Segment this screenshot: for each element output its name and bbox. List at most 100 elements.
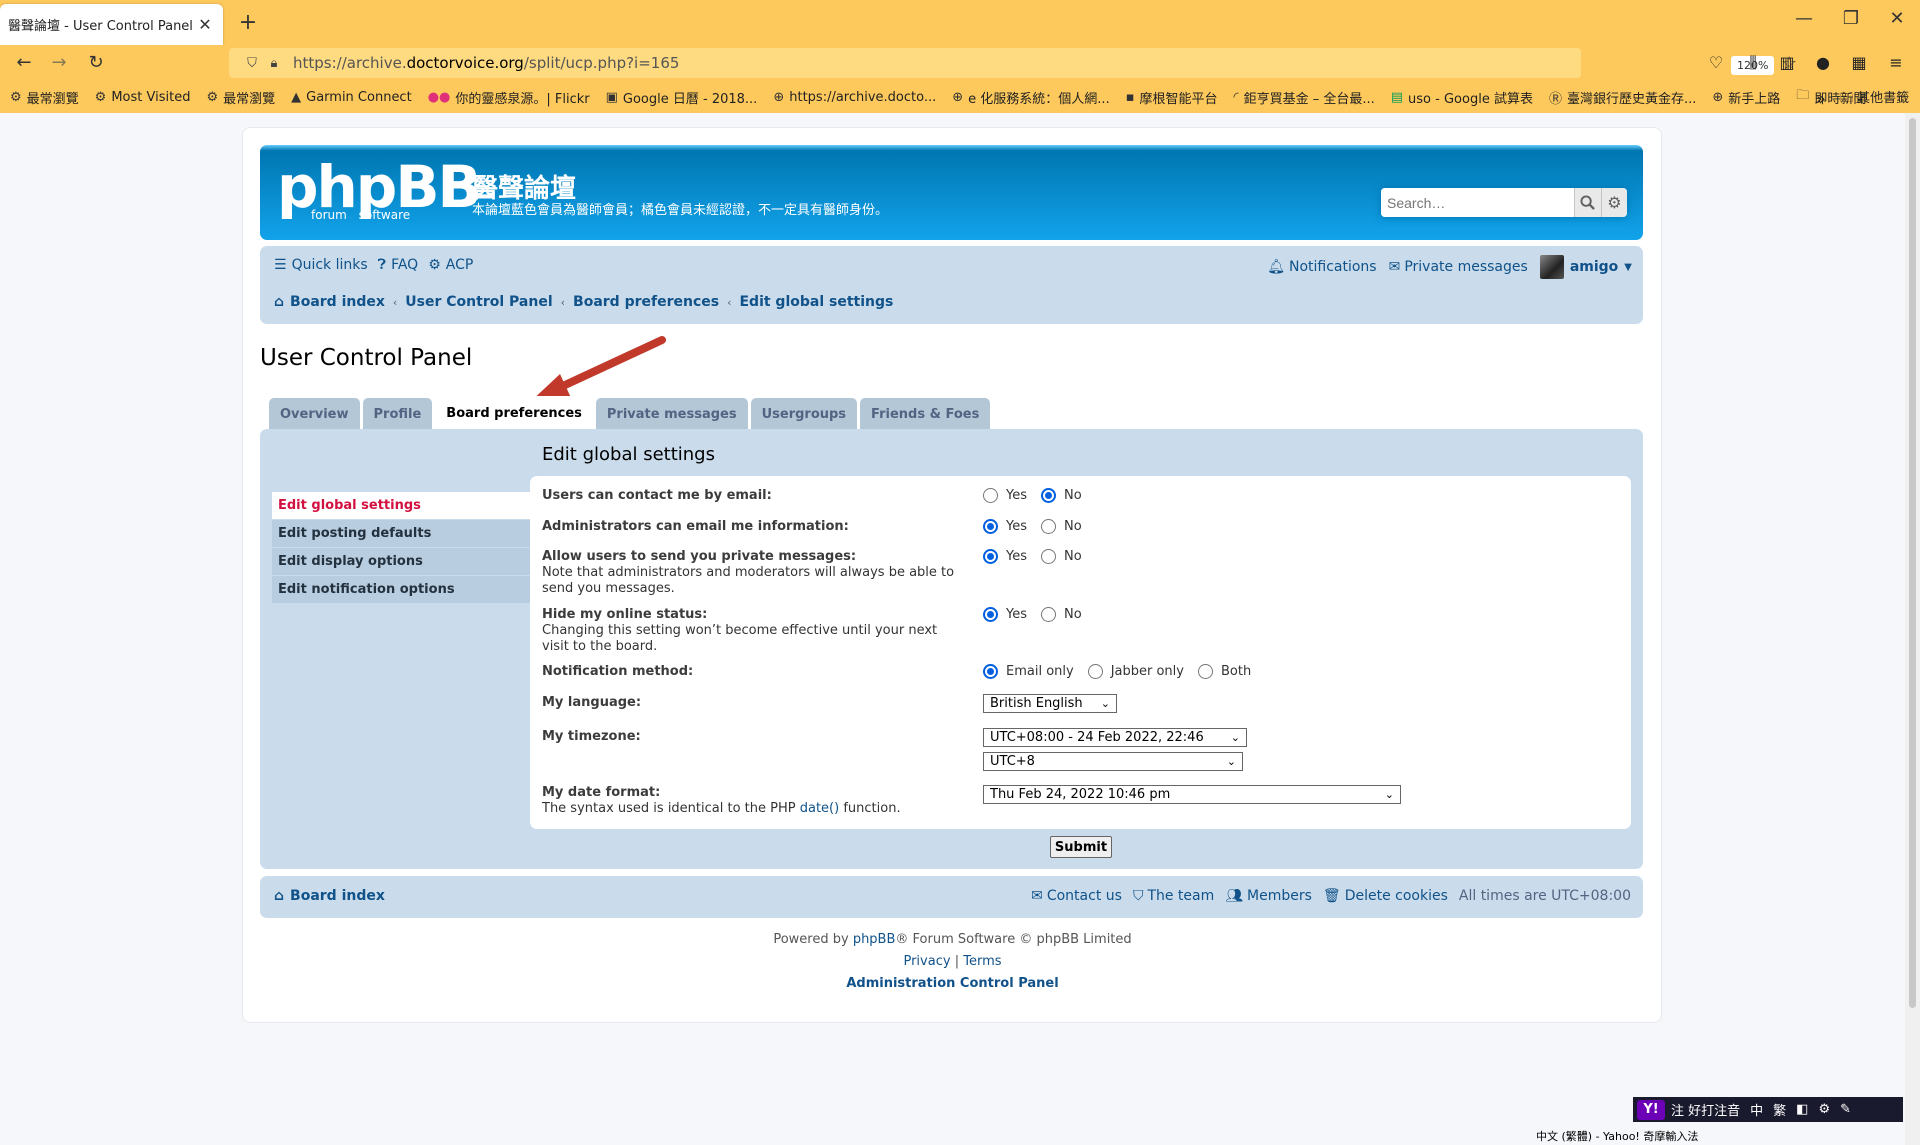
globe-icon: ⊕ xyxy=(1712,89,1724,105)
tab-overview[interactable]: Overview xyxy=(269,398,360,430)
close-window-icon[interactable]: ✕ xyxy=(1882,8,1912,29)
account-icon[interactable]: ● xyxy=(1812,53,1834,72)
ime-panel-icon[interactable]: ◧ xyxy=(1796,1102,1808,1117)
url-text[interactable]: https://archive.doctorvoice.org/split/uc… xyxy=(293,54,679,72)
sidebar-icon[interactable]: ▥ xyxy=(1776,53,1798,72)
faq-link[interactable]: ❓︎ FAQ xyxy=(378,257,419,273)
lock-icon[interactable]: 🔒︎ xyxy=(263,56,285,71)
notifications-link[interactable]: 🔔︎ Notifications xyxy=(1267,259,1376,275)
pocket-icon[interactable]: ♡ xyxy=(1705,53,1727,72)
tab-private-messages[interactable]: Private messages xyxy=(595,398,748,430)
reload-icon[interactable]: ↻ xyxy=(84,51,108,75)
notify-both-radio[interactable] xyxy=(1197,664,1213,679)
bookmark-item[interactable]: Ⓡ 臺灣銀行歷史黃金存... xyxy=(1549,88,1696,107)
submit-button[interactable]: Submit xyxy=(1050,836,1112,858)
hide-online-yes-radio[interactable] xyxy=(983,607,998,622)
extension-icon[interactable]: ▦ xyxy=(1848,53,1870,72)
search-icon[interactable] xyxy=(1575,188,1602,217)
footer-board-index[interactable]: ⌂ Board index xyxy=(274,888,385,904)
privacy-link[interactable]: Privacy xyxy=(903,954,950,969)
bookmark-item[interactable]: ▪ 摩根智能平台 xyxy=(1126,88,1218,107)
minimize-icon[interactable]: — xyxy=(1789,8,1819,29)
bookmark-item[interactable]: ⚙ 最常瀏覽 xyxy=(206,88,275,107)
new-tab-icon[interactable]: + xyxy=(236,10,260,35)
language-select[interactable]: British English ⌄ xyxy=(983,694,1117,713)
globe-icon: ⊕ xyxy=(773,89,785,105)
site-description: 本論壇藍色會員為醫師會員；橘色會員未經認證，不一定具有醫師身份。 xyxy=(472,203,889,218)
admin-email-yes-radio[interactable] xyxy=(983,519,998,534)
bookmark-item[interactable]: ▲ Garmin Connect xyxy=(291,90,412,105)
address-bar[interactable]: ⛉ 🔒︎ https://archive.doctorvoice.org/spl… xyxy=(229,48,1797,78)
acp-link[interactable]: ⚙ ACP xyxy=(428,257,473,273)
phpbb-logo[interactable]: phpBB forum software xyxy=(277,158,482,226)
bookmark-item[interactable]: ⊕ https://archive.docto... xyxy=(773,90,936,105)
delete-cookies-link[interactable]: 🗑︎ Delete cookies xyxy=(1323,888,1448,904)
bookmark-item[interactable]: ◜ 鉅亨買基金 – 全台最... xyxy=(1234,88,1375,107)
search-input[interactable] xyxy=(1381,188,1575,217)
quick-links-button[interactable]: ☰ Quick links xyxy=(274,257,368,273)
tab-board-preferences[interactable]: Board preferences xyxy=(435,396,593,430)
allow-pm-no-radio[interactable] xyxy=(1041,549,1056,564)
terms-link[interactable]: Terms xyxy=(963,954,1001,969)
other-bookmarks[interactable]: 🗀 其他書籤 xyxy=(1840,87,1909,111)
menu-icon[interactable]: ≡ xyxy=(1885,53,1907,72)
bookmark-item[interactable]: ⚙ 最常瀏覽 xyxy=(10,88,79,107)
user-menu[interactable]: amigo ▼ xyxy=(1539,255,1632,279)
ime-settings-icon[interactable]: ⚙ xyxy=(1818,1102,1830,1117)
notify-jabber-radio[interactable] xyxy=(1087,664,1103,679)
breadcrumb-edit-global[interactable]: Edit global settings xyxy=(739,294,893,310)
back-icon[interactable]: ← xyxy=(12,51,36,75)
php-date-link[interactable]: date() xyxy=(800,801,839,816)
tab-usergroups[interactable]: Usergroups xyxy=(750,398,858,430)
bookmark-item[interactable]: ▤ uso - Google 試算表 xyxy=(1391,88,1533,107)
admin-email-no-radio[interactable] xyxy=(1041,519,1056,534)
home-icon[interactable]: ⌂ xyxy=(274,294,284,310)
advanced-search-gear-icon[interactable]: ⚙ xyxy=(1601,188,1627,217)
ime-mode[interactable]: 注 好打注音 xyxy=(1671,1100,1740,1119)
sidebar-item-edit-display-options[interactable]: Edit display options xyxy=(272,548,530,576)
restore-icon[interactable]: ❐ xyxy=(1836,8,1866,29)
bell-icon: 🔔︎ xyxy=(1267,259,1285,275)
bookmark-item[interactable]: ⊕ 新手上路 xyxy=(1712,88,1780,107)
yahoo-ime-icon[interactable]: Y! xyxy=(1637,1099,1665,1120)
bookmark-item[interactable]: ⊕ e 化服務系統：個人網... xyxy=(952,88,1109,107)
the-team-link[interactable]: ⛉ The team xyxy=(1133,888,1214,904)
breadcrumb-ucp[interactable]: User Control Panel xyxy=(405,294,552,310)
members-link[interactable]: 👥︎ Members xyxy=(1225,888,1312,904)
ime-tool-icon[interactable]: ✎ xyxy=(1840,1102,1851,1117)
forward-icon[interactable]: → xyxy=(47,51,71,75)
sidebar-item-edit-posting-defaults[interactable]: Edit posting defaults xyxy=(272,520,530,548)
email-contact-no-radio[interactable] xyxy=(1041,488,1056,503)
date-format-select[interactable]: Thu Feb 24, 2022 10:46 pm ⌄ xyxy=(983,785,1401,804)
library-icon[interactable]: ⫼ xyxy=(1742,53,1764,73)
close-tab-icon[interactable]: ✕ xyxy=(195,15,215,34)
tab-friends-foes[interactable]: Friends & Foes xyxy=(860,398,991,430)
scrollbar-thumb[interactable] xyxy=(1909,118,1916,1008)
ime-lang[interactable]: 中 xyxy=(1750,1100,1763,1119)
sidebar-item-edit-notification-options[interactable]: Edit notification options xyxy=(272,576,530,604)
breadcrumb-board-preferences[interactable]: Board preferences xyxy=(573,294,719,310)
private-messages-link[interactable]: ✉ Private messages xyxy=(1389,259,1528,275)
bookmark-item[interactable]: ●● 你的靈感泉源。| Flickr xyxy=(428,88,590,107)
tab-profile[interactable]: Profile xyxy=(362,398,433,430)
hide-online-no-radio[interactable] xyxy=(1041,607,1056,622)
sidebar-item-edit-global-settings[interactable]: Edit global settings xyxy=(272,492,530,520)
acp-footer-link[interactable]: Administration Control Panel xyxy=(846,976,1058,991)
bookmark-item[interactable]: ▣ Google 日曆 - 2018... xyxy=(606,88,758,107)
contact-us-link[interactable]: ✉ Contact us xyxy=(1031,888,1122,904)
bookmarks-toolbar: ⚙ 最常瀏覽 ⚙ Most Visited ⚙ 最常瀏覽 ▲ Garmin Connect ●●… xyxy=(0,81,1920,113)
chevron-right-icon[interactable]: » xyxy=(1816,89,1826,108)
timezone-select[interactable]: UTC+8 ⌄ xyxy=(983,752,1243,771)
browser-tab-active[interactable]: 醫聲論壇 - User Control Panel - Edit ✕ xyxy=(0,4,223,45)
chevron-down-icon: ⌄ xyxy=(1100,697,1110,710)
shield-icon[interactable]: ⛉ xyxy=(241,56,263,71)
breadcrumb-board-index[interactable]: Board index xyxy=(290,294,385,310)
notify-email-radio[interactable] xyxy=(983,664,998,679)
timezone-date-select[interactable]: UTC+08:00 - 24 Feb 2022, 22:46 ⌄ xyxy=(983,728,1247,747)
email-contact-yes-radio[interactable] xyxy=(983,488,998,503)
ime-trad[interactable]: 繁 xyxy=(1773,1100,1786,1119)
shield-icon: ⛉ xyxy=(1132,888,1144,904)
bookmark-item[interactable]: ⚙ Most Visited xyxy=(95,90,191,105)
allow-pm-yes-radio[interactable] xyxy=(983,549,998,564)
phpbb-link[interactable]: phpBB xyxy=(853,932,896,947)
